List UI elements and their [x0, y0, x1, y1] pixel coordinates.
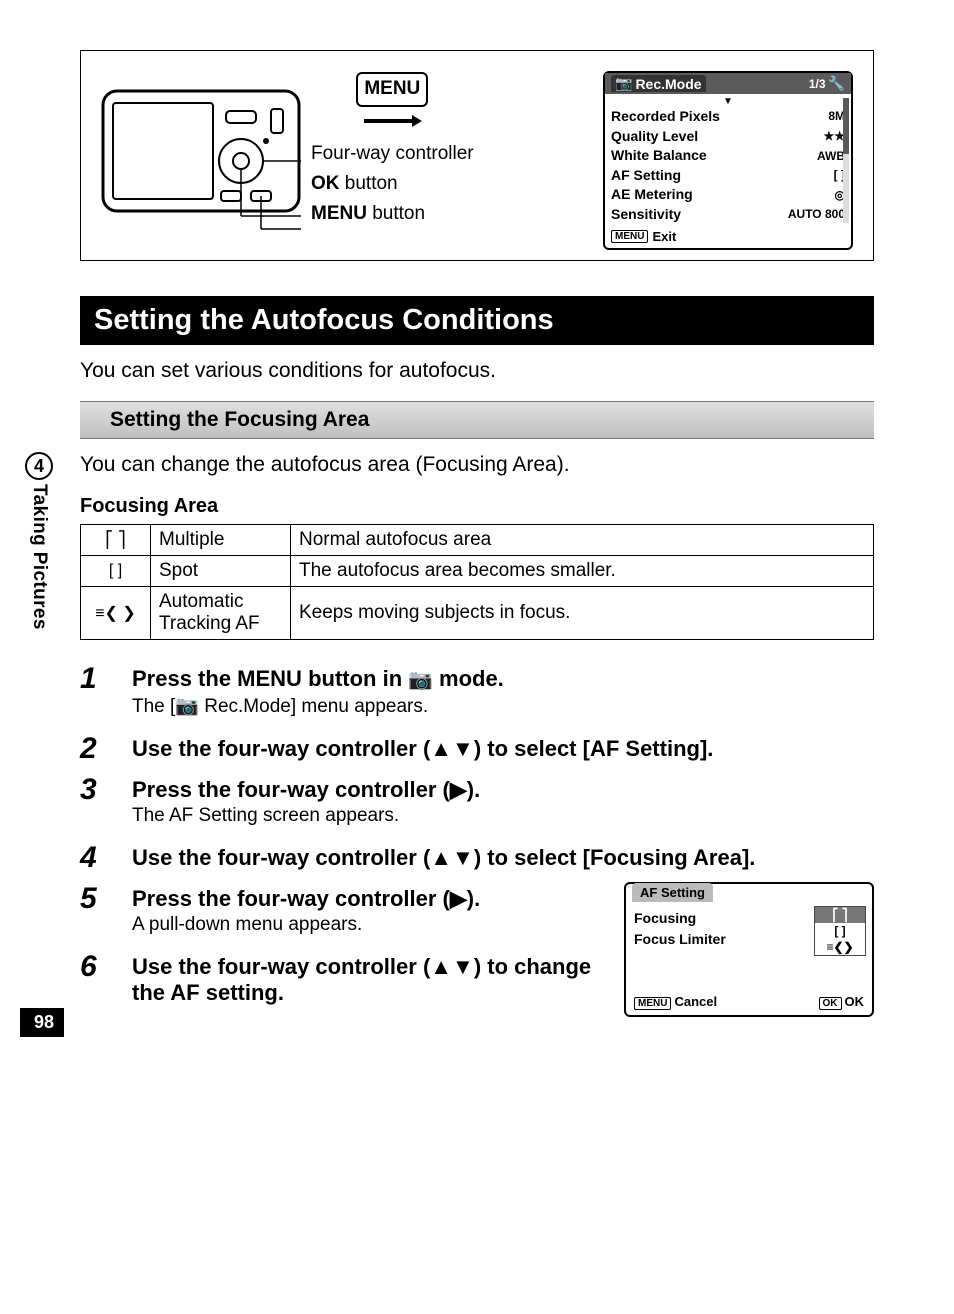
recmode-row: AE Metering◎	[611, 185, 845, 205]
recmode-row-label: White Balance	[611, 146, 707, 166]
exit-label: Exit	[652, 229, 676, 244]
sub-intro-text: You can change the autofocus area (Focus…	[80, 453, 874, 477]
down-triangle-icon: ▼	[611, 96, 845, 107]
step-number: 3	[80, 773, 110, 833]
af-setting-screen: AF Setting Focusing ◀ Focus Limiter ⎡ ⎤ …	[624, 882, 874, 1017]
recmode-row-value: AUTO 800	[788, 206, 845, 223]
af-dropdown: ⎡ ⎤ [ ] ≡❮❯	[814, 906, 866, 956]
menu-bold: MENU	[311, 203, 367, 224]
recmode-row-label: AF Setting	[611, 166, 681, 186]
ok-rest: button	[340, 173, 398, 194]
menu-rest: button	[367, 203, 425, 224]
fourway-label: Four-way controller	[311, 139, 474, 169]
recmode-row-label: Recorded Pixels	[611, 107, 720, 127]
recmode-row-label: Sensitivity	[611, 205, 681, 225]
af-focuslimiter-label: Focus Limiter	[634, 929, 726, 950]
step-number: 1	[80, 662, 110, 724]
menu-badge-icon: MENU	[356, 72, 428, 106]
step-4-title: Use the four-way controller (▲▼) to sele…	[132, 845, 874, 871]
focusing-desc: Keeps moving subjects in focus.	[291, 586, 874, 639]
step-1-title: Press the MENU button in 📷 mode.	[132, 666, 874, 692]
ok-bold: OK	[311, 173, 340, 194]
step-number: 2	[80, 732, 110, 765]
recmode-row-value: ★★	[823, 128, 845, 145]
side-tab: 4 Taking Pictures	[20, 452, 58, 630]
menu-badge-small: MENU	[611, 230, 648, 243]
table-row: ⎡ ⎤MultipleNormal autofocus area	[81, 524, 874, 555]
arrow-right-icon	[362, 113, 422, 129]
chapter-label: Taking Pictures	[28, 484, 50, 630]
af-option-multiple: ⎡ ⎤	[815, 907, 865, 923]
step-3: 3 Press the four-way controller (▶). The…	[80, 773, 874, 833]
step-2: 2 Use the four-way controller (▲▼) to se…	[80, 732, 874, 765]
step-2-title: Use the four-way controller (▲▼) to sele…	[132, 736, 874, 762]
step-1-mid: MENU	[237, 666, 302, 691]
focusing-icon: ≡❮ ❯	[81, 586, 151, 639]
section-heading: Setting the Autofocus Conditions	[80, 296, 874, 345]
step-1: 1 Press the MENU button in 📷 mode. The […	[80, 662, 874, 724]
recmode-row-label: Quality Level	[611, 127, 698, 147]
table-row: [ ]SpotThe autofocus area becomes smalle…	[81, 555, 874, 586]
page-number: 98	[20, 1008, 64, 1037]
step-1-post: button in	[302, 666, 408, 691]
step-1-desc: The [📷 Rec.Mode] menu appears.	[132, 694, 874, 718]
table-row: ≡❮ ❯Automatic Tracking AFKeeps moving su…	[81, 586, 874, 639]
recmode-row: White Balance AWB	[611, 146, 845, 166]
focusing-name: Multiple	[151, 524, 291, 555]
recmode-row: Quality Level ★★	[611, 127, 845, 147]
focusing-desc: The autofocus area becomes smaller.	[291, 555, 874, 586]
camera-mode-icon: 📷	[408, 669, 433, 691]
recmode-title: Rec.Mode	[635, 76, 701, 92]
step-3-desc: The AF Setting screen appears.	[132, 805, 874, 827]
step-6-title: Use the four-way controller (▲▼) to chan…	[132, 954, 606, 1006]
step-3-title: Press the four-way controller (▶).	[132, 777, 874, 803]
recmode-row-label: AE Metering	[611, 185, 693, 205]
af-tab: AF Setting	[632, 883, 713, 902]
camera-back-illustration	[101, 71, 301, 231]
af-cancel-label: Cancel	[674, 994, 717, 1009]
recmode-row: Sensitivity AUTO 800	[611, 205, 845, 225]
step-1-pre: Press the	[132, 666, 237, 691]
af-ok-label: OK	[845, 994, 865, 1009]
step-4: 4 Use the four-way controller (▲▼) to se…	[80, 841, 874, 874]
step-number: 5	[80, 882, 110, 942]
recmode-row-value: AWB	[817, 148, 845, 165]
recmode-screen: 📷Rec.Mode 1/3 🔧 ▼ Recorded Pixels8MQuali…	[603, 71, 853, 250]
step-number: 4	[80, 841, 110, 874]
af-cancel-badge: MENU	[634, 997, 671, 1010]
chapter-badge: 4	[25, 452, 53, 480]
step-5-title: Press the four-way controller (▶).	[132, 886, 606, 912]
intro-text: You can set various conditions for autof…	[80, 359, 874, 383]
scrollbar	[843, 98, 849, 223]
menu-button-label: MENU button	[311, 199, 474, 229]
af-focusing-label: Focusing	[634, 908, 696, 929]
step-6: 6 Use the four-way controller (▲▼) to ch…	[80, 950, 606, 1008]
steps-list: 1 Press the MENU button in 📷 mode. The […	[80, 662, 874, 1017]
recmode-row: AF Setting[ ]	[611, 166, 845, 186]
focusing-icon: [ ]	[81, 555, 151, 586]
step-5: 5 Press the four-way controller (▶). A p…	[80, 882, 606, 942]
af-option-spot: [ ]	[815, 923, 865, 939]
focusing-icon: ⎡ ⎤	[81, 524, 151, 555]
focusing-name: Spot	[151, 555, 291, 586]
top-diagram: MENU Four-way controller OK button MENU …	[80, 50, 874, 261]
step-1-end: mode.	[433, 666, 504, 691]
recmode-row: Recorded Pixels8M	[611, 107, 845, 127]
step-5-desc: A pull-down menu appears.	[132, 914, 606, 936]
ok-button-label: OK button	[311, 169, 474, 199]
focusing-area-table: ⎡ ⎤MultipleNormal autofocus area[ ]SpotT…	[80, 524, 874, 640]
focusing-name: Automatic Tracking AF	[151, 586, 291, 639]
focusing-desc: Normal autofocus area	[291, 524, 874, 555]
wrench-icon: 🔧	[828, 75, 845, 92]
camera-icon: 📷	[615, 75, 632, 92]
step-number: 6	[80, 950, 110, 1008]
af-ok-badge: OK	[819, 997, 842, 1010]
table-title: Focusing Area	[80, 495, 874, 518]
sub-heading: Setting the Focusing Area	[80, 401, 874, 439]
recmode-page: 1/3	[809, 77, 826, 91]
af-option-tracking: ≡❮❯	[815, 939, 865, 955]
